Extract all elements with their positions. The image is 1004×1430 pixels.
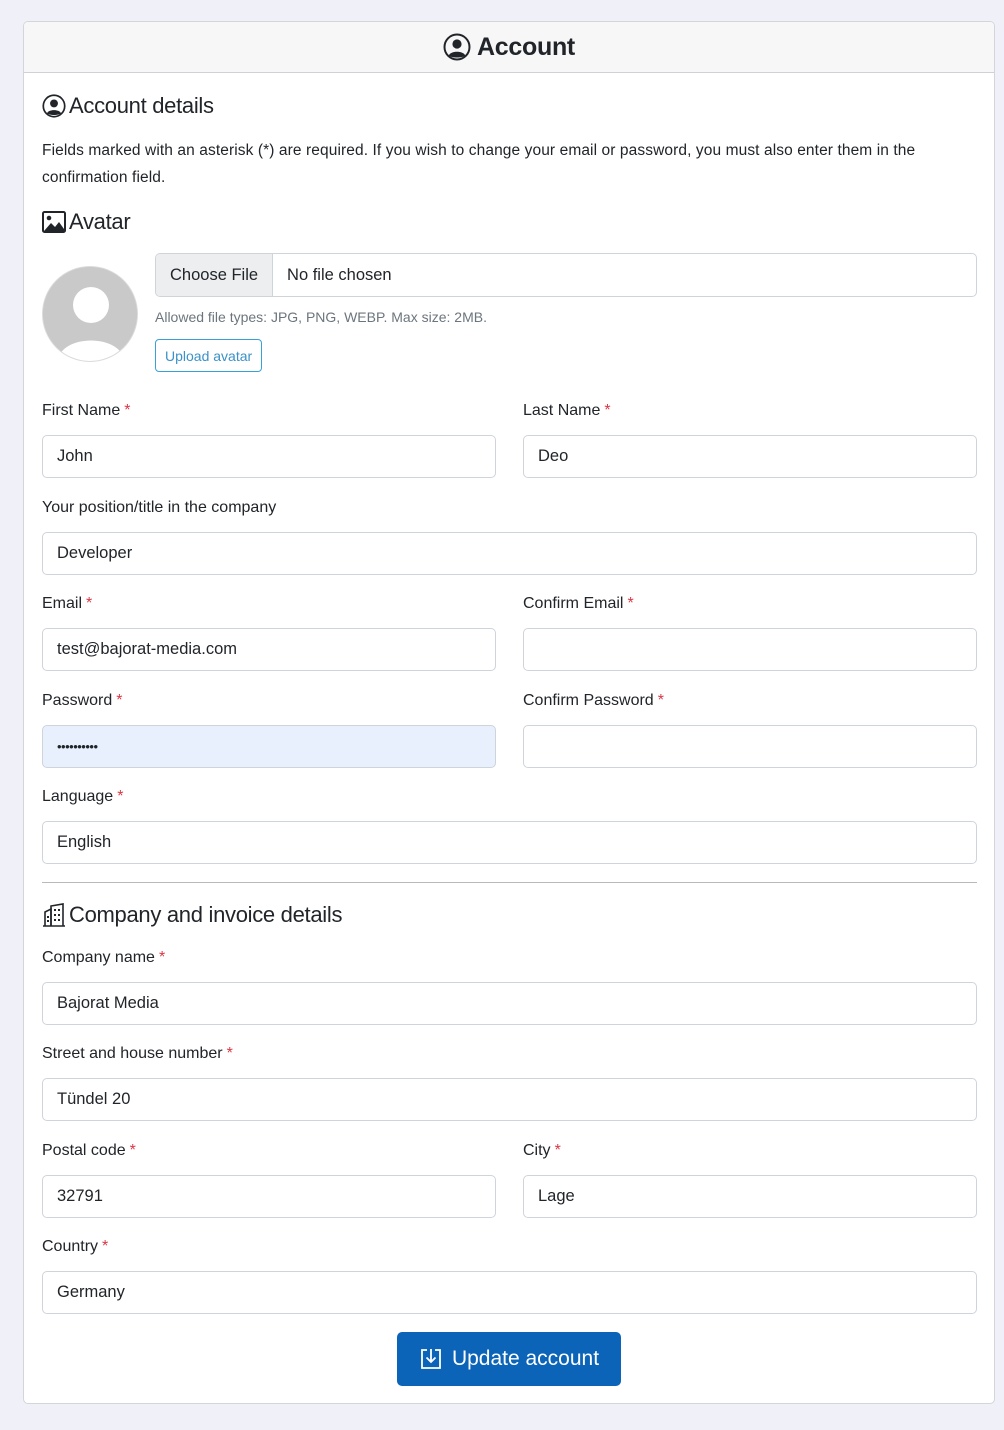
user-circle-icon [42, 94, 66, 118]
card-header: Account [24, 22, 994, 73]
upload-avatar-button[interactable]: Upload avatar [155, 339, 263, 372]
last-name-input[interactable]: Deo [523, 435, 977, 478]
country-label: Country * [42, 1238, 109, 1255]
last-name-label: Last Name * [523, 402, 611, 419]
company-name-label: Company name * [42, 949, 166, 966]
first-name-input[interactable]: John [42, 435, 496, 478]
file-status: No file chosen [287, 265, 392, 284]
section-title: Company and invoice details [69, 902, 343, 927]
section-title: Avatar [69, 209, 131, 234]
city-input[interactable]: Lage [523, 1175, 977, 1218]
building-icon [42, 903, 66, 927]
image-icon [42, 211, 66, 233]
language-select[interactable]: English [42, 821, 977, 864]
page-title: Account [477, 32, 575, 61]
company-heading: Company and invoice details [42, 902, 342, 928]
user-circle-icon [443, 33, 471, 61]
allowed-file-types-help: Allowed file types: JPG, PNG, WEBP. Max … [155, 309, 487, 325]
confirm-password-label: Confirm Password * [523, 692, 664, 709]
section-title: Account details [69, 93, 214, 118]
password-label: Password * [42, 692, 123, 709]
position-input[interactable]: Developer [42, 532, 977, 575]
avatar-heading: Avatar [42, 209, 131, 235]
account-details-heading: Account details [42, 93, 214, 119]
download-box-icon [419, 1347, 443, 1371]
avatar [42, 266, 138, 362]
street-input[interactable]: Tündel 20 [42, 1078, 977, 1121]
confirm-password-input[interactable] [523, 725, 977, 768]
email-input[interactable]: test@bajorat-media.com [42, 628, 496, 671]
country-select[interactable]: Germany [42, 1271, 977, 1314]
section-divider [42, 882, 977, 883]
password-input[interactable]: •••••••••• [42, 725, 496, 768]
position-label: Your position/title in the company [42, 499, 277, 516]
postal-code-label: Postal code * [42, 1142, 136, 1159]
email-label: Email * [42, 595, 93, 612]
first-name-label: First Name * [42, 402, 131, 419]
confirm-email-label: Confirm Email * [523, 595, 634, 612]
update-account-label: Update account [451, 1347, 600, 1370]
account-card: Account Account details Fields marked wi… [23, 21, 995, 1404]
choose-file-button[interactable]: Choose File [156, 254, 274, 296]
required-fields-help: Fields marked with an asterisk (*) are r… [42, 142, 916, 186]
company-name-input[interactable]: Bajorat Media [42, 982, 977, 1025]
avatar-file-input[interactable]: Choose File No file chosen [155, 253, 977, 297]
update-account-button[interactable]: Update account [397, 1332, 621, 1386]
language-label: Language * [42, 788, 124, 805]
postal-code-input[interactable]: 32791 [42, 1175, 496, 1218]
city-label: City * [523, 1142, 561, 1159]
street-label: Street and house number * [42, 1045, 233, 1062]
confirm-email-input[interactable] [523, 628, 977, 671]
